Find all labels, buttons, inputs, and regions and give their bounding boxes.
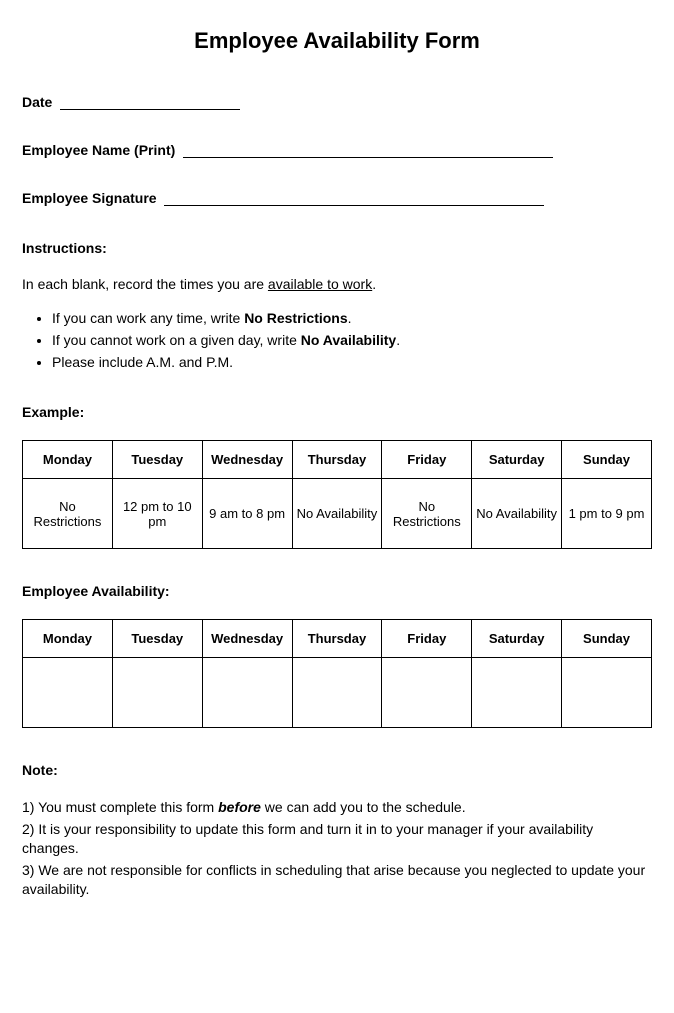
availability-heading: Employee Availability: (22, 583, 652, 599)
availability-day-header: Thursday (292, 620, 382, 658)
availability-cell[interactable] (382, 658, 472, 728)
availability-cell[interactable] (472, 658, 562, 728)
availability-day-header: Saturday (472, 620, 562, 658)
note-number: 3) (22, 862, 38, 878)
availability-day-header: Friday (382, 620, 472, 658)
example-cell: 9 am to 8 pm (202, 479, 292, 549)
form-title: Employee Availability Form (22, 28, 652, 54)
example-day-header: Sunday (562, 441, 652, 479)
date-label: Date (22, 94, 52, 110)
example-cell: 12 pm to 10 pm (112, 479, 202, 549)
employee-name-label: Employee Name (Print) (22, 142, 175, 158)
note-item: 1) You must complete this form before we… (22, 798, 652, 818)
availability-cell[interactable] (562, 658, 652, 728)
instructions-bullet-list: If you can work any time, write No Restr… (52, 310, 652, 370)
availability-day-header: Monday (23, 620, 113, 658)
instructions-intro-prefix: In each blank, record the times you are (22, 276, 268, 292)
example-day-header: Tuesday (112, 441, 202, 479)
availability-cell[interactable] (292, 658, 382, 728)
note-text: We are not responsible for conflicts in … (22, 862, 645, 898)
note-item: 3) We are not responsible for conflicts … (22, 861, 652, 900)
bullet-text: If you cannot work on a given day, write (52, 332, 301, 348)
example-cell: No Restrictions (23, 479, 113, 549)
note-text: You must complete this form (38, 799, 218, 815)
example-day-header: Thursday (292, 441, 382, 479)
note-suffix: we can add you to the schedule. (261, 799, 466, 815)
note-number: 1) (22, 799, 38, 815)
availability-day-header: Sunday (562, 620, 652, 658)
bullet-suffix: . (348, 310, 352, 326)
instructions-heading: Instructions: (22, 240, 652, 256)
availability-day-header: Tuesday (112, 620, 202, 658)
example-heading: Example: (22, 404, 652, 420)
example-cell: No Availability (292, 479, 382, 549)
employee-signature-field: Employee Signature (22, 190, 652, 206)
example-day-header: Monday (23, 441, 113, 479)
example-cell: 1 pm to 9 pm (562, 479, 652, 549)
bullet-text: If you can work any time, write (52, 310, 244, 326)
employee-name-field: Employee Name (Print) (22, 142, 652, 158)
bullet-suffix: . (396, 332, 400, 348)
bullet-text: Please include A.M. and P.M. (52, 354, 233, 370)
note-heading: Note: (22, 762, 652, 778)
employee-signature-blank-line[interactable] (164, 192, 544, 206)
employee-signature-label: Employee Signature (22, 190, 157, 206)
note-number: 2) (22, 821, 38, 837)
instruction-bullet: If you cannot work on a given day, write… (52, 332, 652, 348)
bullet-bold: No Restrictions (244, 310, 347, 326)
instructions-intro-suffix: . (372, 276, 376, 292)
instructions-intro: In each blank, record the times you are … (22, 276, 652, 292)
bullet-bold: No Availability (301, 332, 396, 348)
note-item: 2) It is your responsibility to update t… (22, 820, 652, 859)
instruction-bullet: Please include A.M. and P.M. (52, 354, 652, 370)
note-text: It is your responsibility to update this… (22, 821, 593, 857)
example-table: Monday Tuesday Wednesday Thursday Friday… (22, 440, 652, 549)
note-emphasis: before (218, 799, 261, 815)
availability-cell[interactable] (112, 658, 202, 728)
availability-cell[interactable] (202, 658, 292, 728)
instructions-intro-underlined: available to work (268, 276, 372, 292)
example-cell: No Availability (472, 479, 562, 549)
availability-day-header: Wednesday (202, 620, 292, 658)
example-day-header: Wednesday (202, 441, 292, 479)
availability-table: Monday Tuesday Wednesday Thursday Friday… (22, 619, 652, 728)
example-day-header: Friday (382, 441, 472, 479)
note-list: 1) You must complete this form before we… (22, 798, 652, 900)
employee-name-blank-line[interactable] (183, 144, 553, 158)
example-cell: No Restrictions (382, 479, 472, 549)
date-field: Date (22, 94, 652, 110)
date-blank-line[interactable] (60, 96, 240, 110)
example-day-header: Saturday (472, 441, 562, 479)
availability-cell[interactable] (23, 658, 113, 728)
instruction-bullet: If you can work any time, write No Restr… (52, 310, 652, 326)
